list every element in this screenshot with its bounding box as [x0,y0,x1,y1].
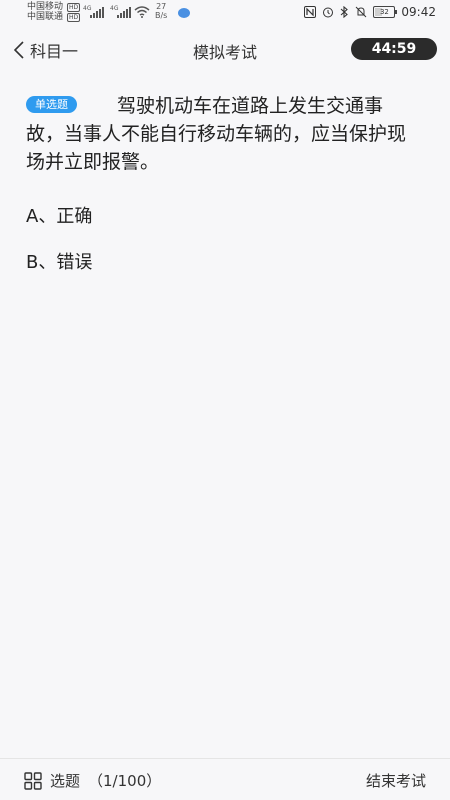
speed-value: 27 [156,2,167,11]
countdown-timer: 44:59 [351,38,437,60]
select-question-button[interactable]: 选题 （1/100） [24,770,161,791]
status-right: 32 09:42 [304,5,436,19]
carrier-1: 中国移动 [27,2,64,12]
select-label: 选题 [50,772,81,790]
clock-time: 09:42 [401,5,436,19]
question-type-badge: 单选题 [26,96,77,113]
grid-icon [24,771,42,790]
signal-icon [117,7,131,18]
mute-icon [356,6,367,18]
carrier-2: 中国联通 [27,12,64,22]
alarm-icon [323,7,334,18]
battery-icon: 32 [373,6,398,18]
nfc-icon [304,6,317,18]
carrier-info: 中国移动 HD 中国联通 HD [27,2,81,22]
end-exam-button[interactable]: 结束考试 [366,770,426,791]
hd-badge: HD [67,2,81,12]
signal-icon [90,7,104,18]
network-speed: 27 B/s [155,2,167,20]
speed-unit: B/s [155,11,168,20]
question-text: 驾驶机动车在道路上发生交通事故，当事人不能自行移动车辆的，应当保护现场并立即报警… [26,95,407,173]
option-a[interactable]: A、正确 [26,202,92,228]
battery-level: 32 [379,8,389,16]
hd-badge: HD [67,12,81,22]
option-b[interactable]: B、错误 [26,248,92,274]
exam-screen: 中国移动 HD 中国联通 HD 4G 4G 27 B/s 32 09:42 科目… [0,0,450,800]
question-text-block: 单选题 驾驶机动车在道路上发生交通事故，当事人不能自行移动车辆的，应当保护现场并立… [26,92,410,176]
chat-bubble-icon [178,8,190,18]
question-area: 单选题 驾驶机动车在道路上发生交通事故，当事人不能自行移动车辆的，应当保护现场并立… [0,76,450,756]
wifi-icon [134,6,150,18]
bluetooth-icon [341,6,349,18]
bottom-bar: 选题 （1/100） 结束考试 [0,758,450,800]
status-bar: 中国移动 HD 中国联通 HD 4G 4G 27 B/s 32 09:42 [0,0,450,26]
header: 科目一 模拟考试 44:59 [0,26,450,72]
question-progress: （1/100） [88,772,162,790]
